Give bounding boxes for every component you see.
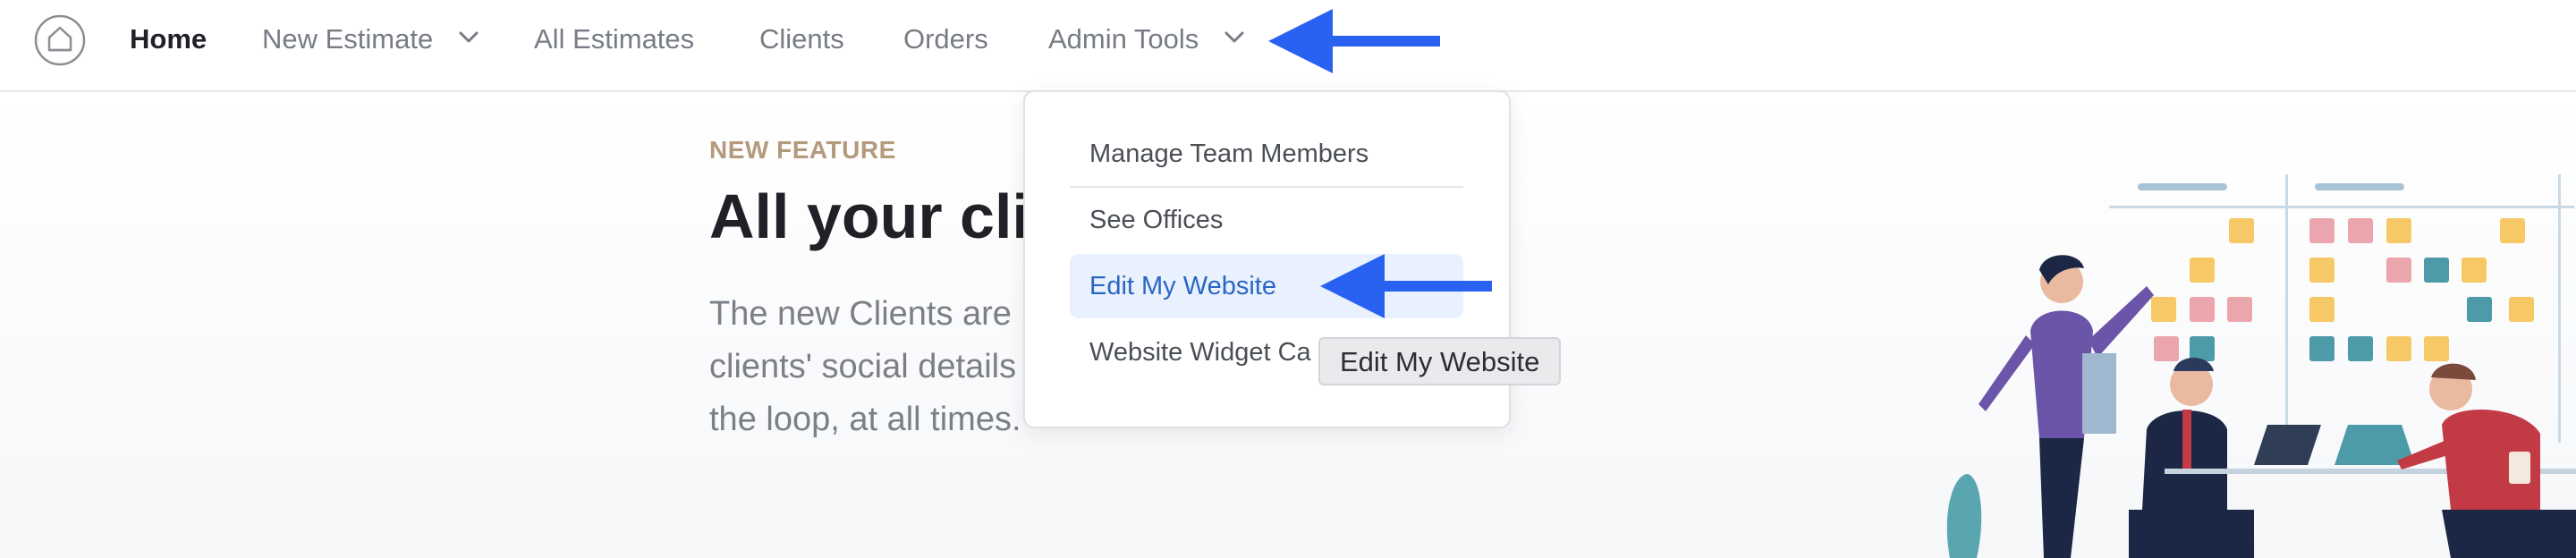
home-logo-icon[interactable] bbox=[34, 14, 86, 66]
feature-eyebrow: NEW FEATURE bbox=[709, 136, 896, 164]
tooltip: Edit My Website bbox=[1318, 337, 1562, 385]
hero-headline: All your cli bbox=[709, 182, 1030, 251]
annotation-arrow-icon bbox=[1320, 254, 1492, 318]
nav-all-estimates[interactable]: All Estimates bbox=[534, 21, 694, 57]
chevron-down-icon[interactable] bbox=[1224, 30, 1245, 45]
headline-container: All your cli bbox=[709, 173, 1031, 263]
nav-admin-tools[interactable]: Admin Tools bbox=[1048, 21, 1199, 57]
hero-paragraph-line-1: The new Clients are bbox=[709, 295, 1012, 333]
hero-paragraph-line-3: the loop, at all times. bbox=[709, 401, 1021, 438]
nav-new-estimate[interactable]: New Estimate bbox=[262, 21, 433, 57]
team-collaboration-illustration bbox=[1946, 174, 2576, 558]
menu-item-see-offices[interactable]: See Offices bbox=[1070, 188, 1463, 252]
nav-clients[interactable]: Clients bbox=[759, 21, 844, 57]
nav-orders[interactable]: Orders bbox=[903, 21, 988, 57]
annotation-arrow-icon bbox=[1268, 9, 1440, 73]
nav-home[interactable]: Home bbox=[130, 21, 207, 57]
chevron-down-icon[interactable] bbox=[458, 30, 479, 45]
menu-item-manage-team-members[interactable]: Manage Team Members bbox=[1070, 122, 1463, 186]
